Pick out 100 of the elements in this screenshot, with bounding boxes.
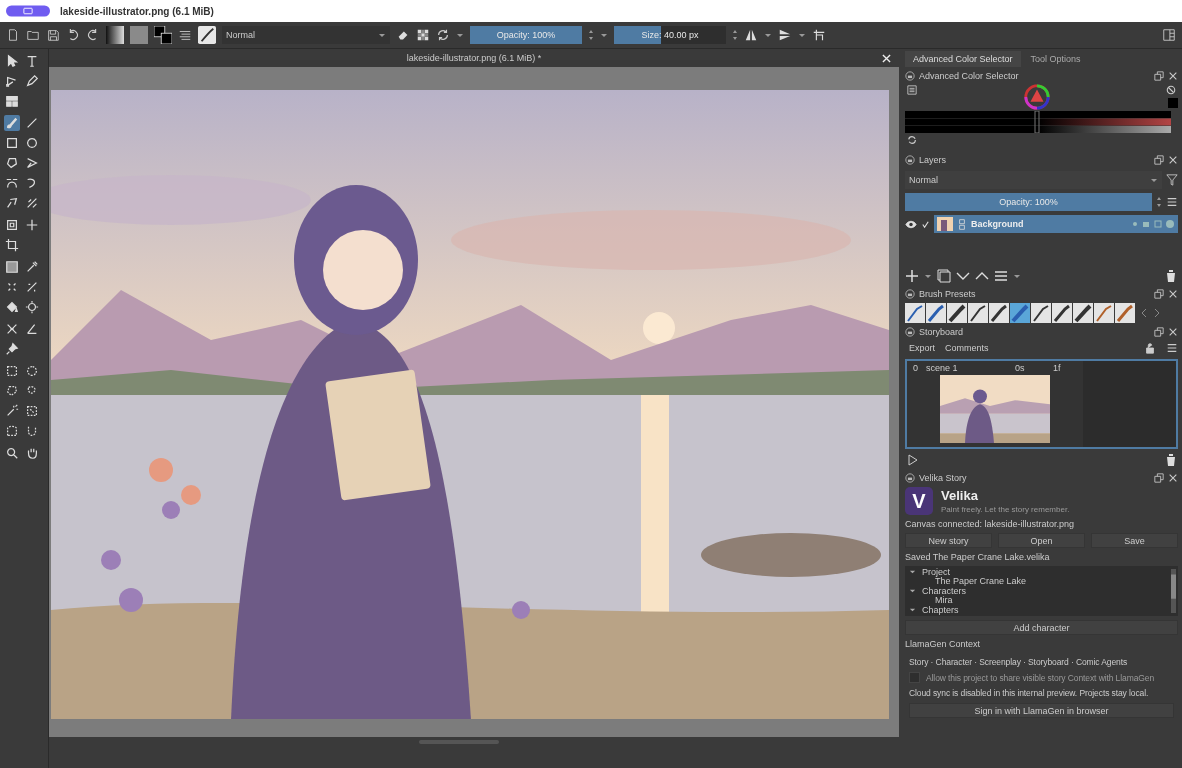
caret-icon[interactable] (1013, 272, 1021, 280)
bucket-icon[interactable] (4, 299, 20, 315)
transform-icon[interactable] (4, 217, 20, 233)
polyline-icon[interactable] (24, 155, 40, 171)
close-icon[interactable] (1168, 327, 1178, 337)
layout-icon[interactable] (1162, 28, 1176, 42)
add-icon[interactable] (905, 269, 919, 283)
brush-settings-icon[interactable] (178, 28, 192, 42)
filter-icon[interactable] (1166, 174, 1178, 186)
properties-icon[interactable] (994, 269, 1008, 283)
checkerboard-icon[interactable] (416, 28, 430, 42)
save-icon[interactable] (46, 28, 60, 42)
action-button[interactable]: New story (905, 533, 992, 548)
rectangle-icon[interactable] (4, 135, 20, 151)
brush-preset[interactable] (905, 303, 925, 323)
float-icon[interactable] (1154, 71, 1164, 81)
brush-preset[interactable] (1031, 303, 1051, 323)
dock-tab[interactable]: Tool Options (1022, 51, 1089, 67)
expand-icon[interactable] (909, 568, 916, 576)
dock-tab[interactable]: Advanced Color Selector (905, 51, 1021, 67)
expand-icon[interactable] (909, 587, 916, 595)
unlock-icon[interactable] (1144, 342, 1156, 354)
close-icon[interactable] (1168, 155, 1178, 165)
blend-mode-dropdown[interactable]: Normal (905, 171, 1162, 189)
opacity-slider[interactable]: Opacity: 100% (905, 193, 1152, 211)
size-slider[interactable]: Size: 40.00 px (614, 26, 726, 44)
color-swatches-icon[interactable] (154, 26, 172, 44)
refresh-icon[interactable] (907, 135, 917, 145)
brush-preset[interactable] (1052, 303, 1072, 323)
document-tab[interactable]: lakeside-illustrator.png (6.1 MiB) * (406, 53, 542, 63)
opacity-slider[interactable]: Opacity: 100% (470, 26, 582, 44)
gradient-icon[interactable] (4, 259, 20, 275)
float-icon[interactable] (1154, 155, 1164, 165)
dashed-curve-icon[interactable] (4, 423, 20, 439)
caret-icon[interactable] (600, 31, 608, 39)
expand-icon[interactable] (909, 606, 916, 614)
no-color-icon[interactable] (1166, 85, 1176, 95)
tree-item[interactable]: Project (922, 566, 950, 577)
new-document-icon[interactable] (6, 28, 20, 42)
scrollbar[interactable] (1171, 569, 1176, 613)
brush-preset[interactable] (947, 303, 967, 323)
action-button[interactable]: Save (1091, 533, 1178, 548)
layout-icon[interactable] (4, 93, 20, 109)
brush-preset[interactable] (989, 303, 1009, 323)
trash-icon[interactable] (1164, 453, 1178, 467)
tree-item[interactable]: Chapters (922, 604, 959, 615)
brush-preset-icon[interactable] (198, 26, 216, 44)
brush-preset[interactable] (926, 303, 946, 323)
float-icon[interactable] (1154, 327, 1164, 337)
duplicate-icon[interactable] (937, 269, 951, 283)
menu-icon[interactable] (1166, 196, 1178, 208)
brush-preset[interactable] (968, 303, 988, 323)
brush-preset[interactable] (1073, 303, 1093, 323)
scene-frames[interactable]: 1f (1053, 363, 1077, 373)
dashed-rectangle-icon[interactable] (4, 363, 20, 379)
close-icon[interactable] (1168, 289, 1178, 299)
next-icon[interactable] (1153, 307, 1161, 319)
sign-in-button[interactable]: Sign in with LlamaGen in browser (909, 703, 1174, 718)
close-icon[interactable] (1168, 473, 1178, 483)
current-color-swatch[interactable] (1168, 97, 1178, 109)
pen-icon[interactable] (24, 73, 40, 89)
list-icon[interactable] (907, 85, 917, 95)
menu-button[interactable]: Comments (945, 343, 989, 353)
scene-seconds[interactable]: 0s (1015, 363, 1045, 373)
color-sliders[interactable] (905, 111, 1171, 133)
color-wheel[interactable] (1023, 83, 1051, 111)
trash-icon[interactable] (1164, 269, 1178, 283)
mirror-horizontal-icon[interactable] (744, 28, 758, 42)
float-icon[interactable] (1154, 289, 1164, 299)
eye-icon[interactable] (905, 219, 917, 229)
close-icon[interactable] (1168, 71, 1178, 81)
mirror-vertical-icon[interactable] (778, 28, 792, 42)
menu-button[interactable]: Export (909, 343, 935, 353)
pin-icon[interactable] (4, 341, 20, 357)
folder-icon[interactable] (26, 28, 40, 42)
gradient-swatch-icon[interactable] (106, 26, 124, 44)
wrap-around-icon[interactable] (812, 28, 826, 42)
add-character-button[interactable]: Add character (905, 620, 1178, 635)
menu-icon[interactable] (1166, 342, 1178, 354)
check-icon[interactable] (921, 219, 930, 229)
pattern-swatch-icon[interactable] (130, 26, 148, 44)
scene-name[interactable]: scene 1 (926, 363, 1007, 373)
caret-icon[interactable] (798, 31, 806, 39)
blend-mode-dropdown[interactable]: Normal (222, 26, 390, 44)
float-icon[interactable] (1154, 473, 1164, 483)
caret-icon[interactable] (764, 31, 772, 39)
move-icon[interactable] (24, 217, 40, 233)
action-button[interactable]: Open (998, 533, 1085, 548)
reload-icon[interactable] (436, 28, 450, 42)
layer-row[interactable]: Background (934, 215, 1178, 233)
polygon-icon[interactable] (4, 155, 20, 171)
tree-item[interactable]: Mira (935, 595, 953, 606)
dashed-polygon-icon[interactable] (4, 383, 20, 399)
previous-icon[interactable] (1140, 307, 1148, 319)
tree-item[interactable]: The Paper Crane Lake (935, 576, 1027, 587)
crop-icon[interactable] (4, 237, 20, 253)
caret-icon[interactable] (924, 272, 932, 280)
add-scene-icon[interactable] (905, 453, 919, 467)
zoom-icon[interactable] (4, 445, 20, 461)
caret-icon[interactable] (456, 31, 464, 39)
